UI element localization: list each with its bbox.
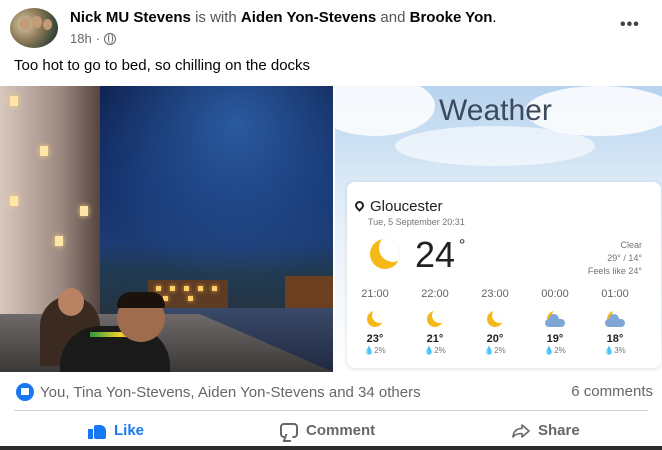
author-name[interactable]: Nick MU Stevens xyxy=(70,9,191,26)
moon-icon xyxy=(425,309,445,329)
hour-temp: 20° xyxy=(486,333,504,345)
hour-time: 23:00 xyxy=(481,288,509,300)
divider xyxy=(14,410,648,411)
share-button[interactable]: Share xyxy=(512,422,580,439)
post-message: Too hot to go to bed, so chilling on the… xyxy=(14,57,311,74)
comment-button[interactable]: Comment xyxy=(280,422,375,439)
like-reaction-icon xyxy=(16,383,34,401)
hour-temp: 21° xyxy=(426,333,444,345)
reactions-summary[interactable]: You, Tina Yon-Stevens, Aiden Yon-Stevens… xyxy=(16,383,421,401)
comment-label: Comment xyxy=(306,422,376,439)
hi-lo-temp: 29° / 14° xyxy=(607,253,642,263)
hour-time: 01:00 xyxy=(601,288,629,300)
post-photo-docks[interactable] xyxy=(0,86,333,372)
post-actions: Like Comment Share xyxy=(0,416,662,448)
hour-temp: 23° xyxy=(366,333,384,345)
hour-precip: 💧2% xyxy=(424,346,446,355)
weather-location: Gloucester xyxy=(355,198,443,215)
comment-icon xyxy=(280,423,298,438)
degree-symbol: ° xyxy=(459,237,466,254)
hour-time: 21:00 xyxy=(361,288,389,300)
post-meta: 18h · xyxy=(70,31,117,46)
share-label: Share xyxy=(538,422,580,439)
moon-icon xyxy=(485,309,505,329)
hour-temp: 19° xyxy=(546,333,564,345)
hour-precip: 💧2% xyxy=(364,346,386,355)
cloudy-moon-icon xyxy=(605,309,625,329)
hour-temp: 18° xyxy=(606,333,624,345)
reactions-text[interactable]: You, Tina Yon-Stevens, Aiden Yon-Stevens… xyxy=(40,384,421,401)
comments-count[interactable]: 6 comments xyxy=(571,383,653,400)
hour-forecast-item: 23:00 20° 💧2% xyxy=(475,288,515,355)
facebook-post: Nick MU Stevens is with Aiden Yon-Steven… xyxy=(0,0,662,450)
avatar[interactable] xyxy=(10,8,58,48)
hour-forecast-item: 01:00 18° 💧3% xyxy=(595,288,635,355)
cloudy-moon-icon xyxy=(545,309,565,329)
location-pin-icon xyxy=(355,201,364,213)
hour-precip: 💧2% xyxy=(544,346,566,355)
is-with-text: is with xyxy=(195,9,237,26)
header-period: . xyxy=(492,9,497,26)
thumbs-up-icon xyxy=(88,423,106,439)
hour-forecast-item: 21:00 23° 💧2% xyxy=(355,288,395,355)
post-time[interactable]: 18h xyxy=(70,31,92,46)
location-name: Gloucester xyxy=(370,198,443,215)
moon-icon xyxy=(370,239,400,269)
post-header: Nick MU Stevens is with Aiden Yon-Steven… xyxy=(70,9,497,26)
condition-text: Clear xyxy=(620,240,642,250)
feels-like: Feels like 24° xyxy=(587,266,642,276)
hour-forecast-item: 22:00 21° 💧2% xyxy=(415,288,455,355)
tagged-person-2[interactable]: Brooke Yon xyxy=(410,9,493,26)
like-button[interactable]: Like xyxy=(88,422,144,439)
weather-condition-block: Clear 29° / 14° Feels like 24° xyxy=(588,239,642,278)
bottom-border xyxy=(0,446,662,450)
weather-date: Tue, 5 September 20:31 xyxy=(368,217,465,227)
hour-forecast-item: 00:00 19° 💧2% xyxy=(535,288,575,355)
current-temperature: 24 xyxy=(415,234,456,275)
hour-time: 22:00 xyxy=(421,288,449,300)
share-icon xyxy=(512,423,530,438)
globe-icon[interactable] xyxy=(104,32,117,45)
moon-icon xyxy=(365,309,385,329)
like-label: Like xyxy=(114,422,145,439)
hour-time: 00:00 xyxy=(541,288,569,300)
and-text: and xyxy=(380,9,406,26)
more-options-button[interactable]: ••• xyxy=(620,16,640,34)
hour-precip: 💧2% xyxy=(484,346,506,355)
tagged-person-1[interactable]: Aiden Yon-Stevens xyxy=(241,9,376,26)
hour-precip: 💧3% xyxy=(604,346,626,355)
